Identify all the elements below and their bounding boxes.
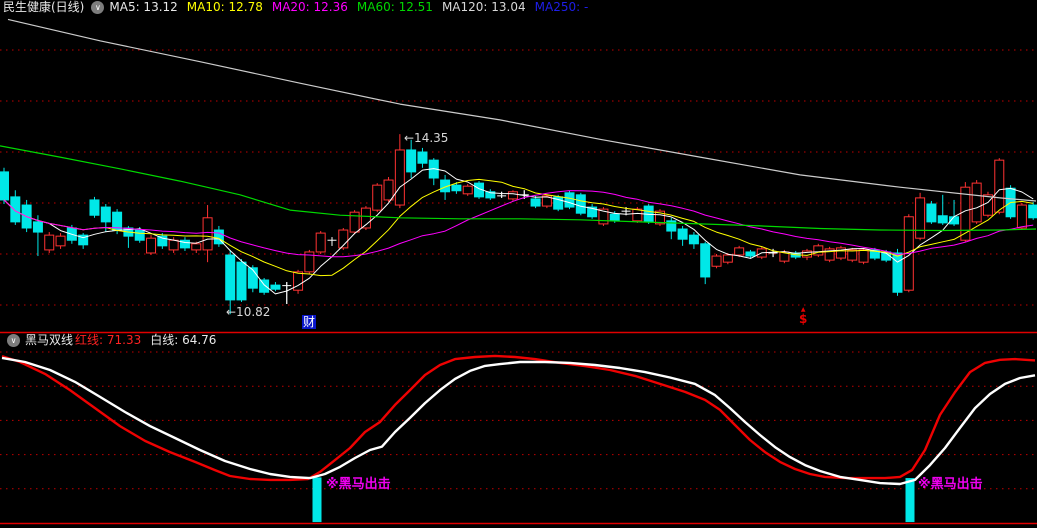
dividend-marker[interactable]: ▲ $	[799, 307, 808, 326]
ma-legend-item: MA10: 12.78	[186, 0, 263, 14]
news-marker-cai[interactable]: 财	[302, 315, 317, 329]
candlestick-and-indicator-chart[interactable]	[0, 0, 1037, 528]
signal-label-2: ※黑马出击	[918, 477, 983, 492]
ma-legend-item: MA5: 13.12	[109, 0, 178, 14]
main-chart-header: 民生健康(日线) ∨ MA5: 13.12 MA10: 12.78 MA20: 12…	[0, 0, 597, 15]
indicator-legend: 红线: 71.33 白线: 64.76	[75, 333, 225, 348]
ma-legend-item: MA120: 13.04	[441, 0, 526, 14]
indicator-header: ∨ 黑马双线 红线: 71.33 白线: 64.76	[0, 333, 225, 348]
chevron-down-icon[interactable]: ∨	[7, 334, 20, 347]
low-price-label: ←10.82	[226, 305, 271, 319]
ma-legend-item: MA60: 12.51	[356, 0, 433, 14]
ma-legend-item: MA20: 12.36	[271, 0, 348, 14]
stock-app-window: 民生健康(日线) ∨ MA5: 13.12 MA10: 12.78 MA20: 12…	[0, 0, 1037, 528]
indicator-title: 黑马双线	[25, 333, 74, 347]
indicator-legend-item: 白线: 64.76	[150, 333, 217, 347]
indicator-legend-item: 红线: 71.33	[75, 333, 142, 347]
ma-legend-item: MA250: -	[534, 0, 589, 14]
chevron-down-icon[interactable]: ∨	[91, 1, 105, 14]
dollar-icon: $	[799, 312, 808, 326]
signal-label-1: ※黑马出击	[326, 477, 391, 492]
high-price-label: ←14.35	[404, 131, 449, 145]
ma-legend: MA5: 13.12 MA10: 12.78 MA20: 12.36 MA60: 12…	[109, 0, 597, 15]
stock-title: 民生健康(日线)	[3, 0, 85, 14]
